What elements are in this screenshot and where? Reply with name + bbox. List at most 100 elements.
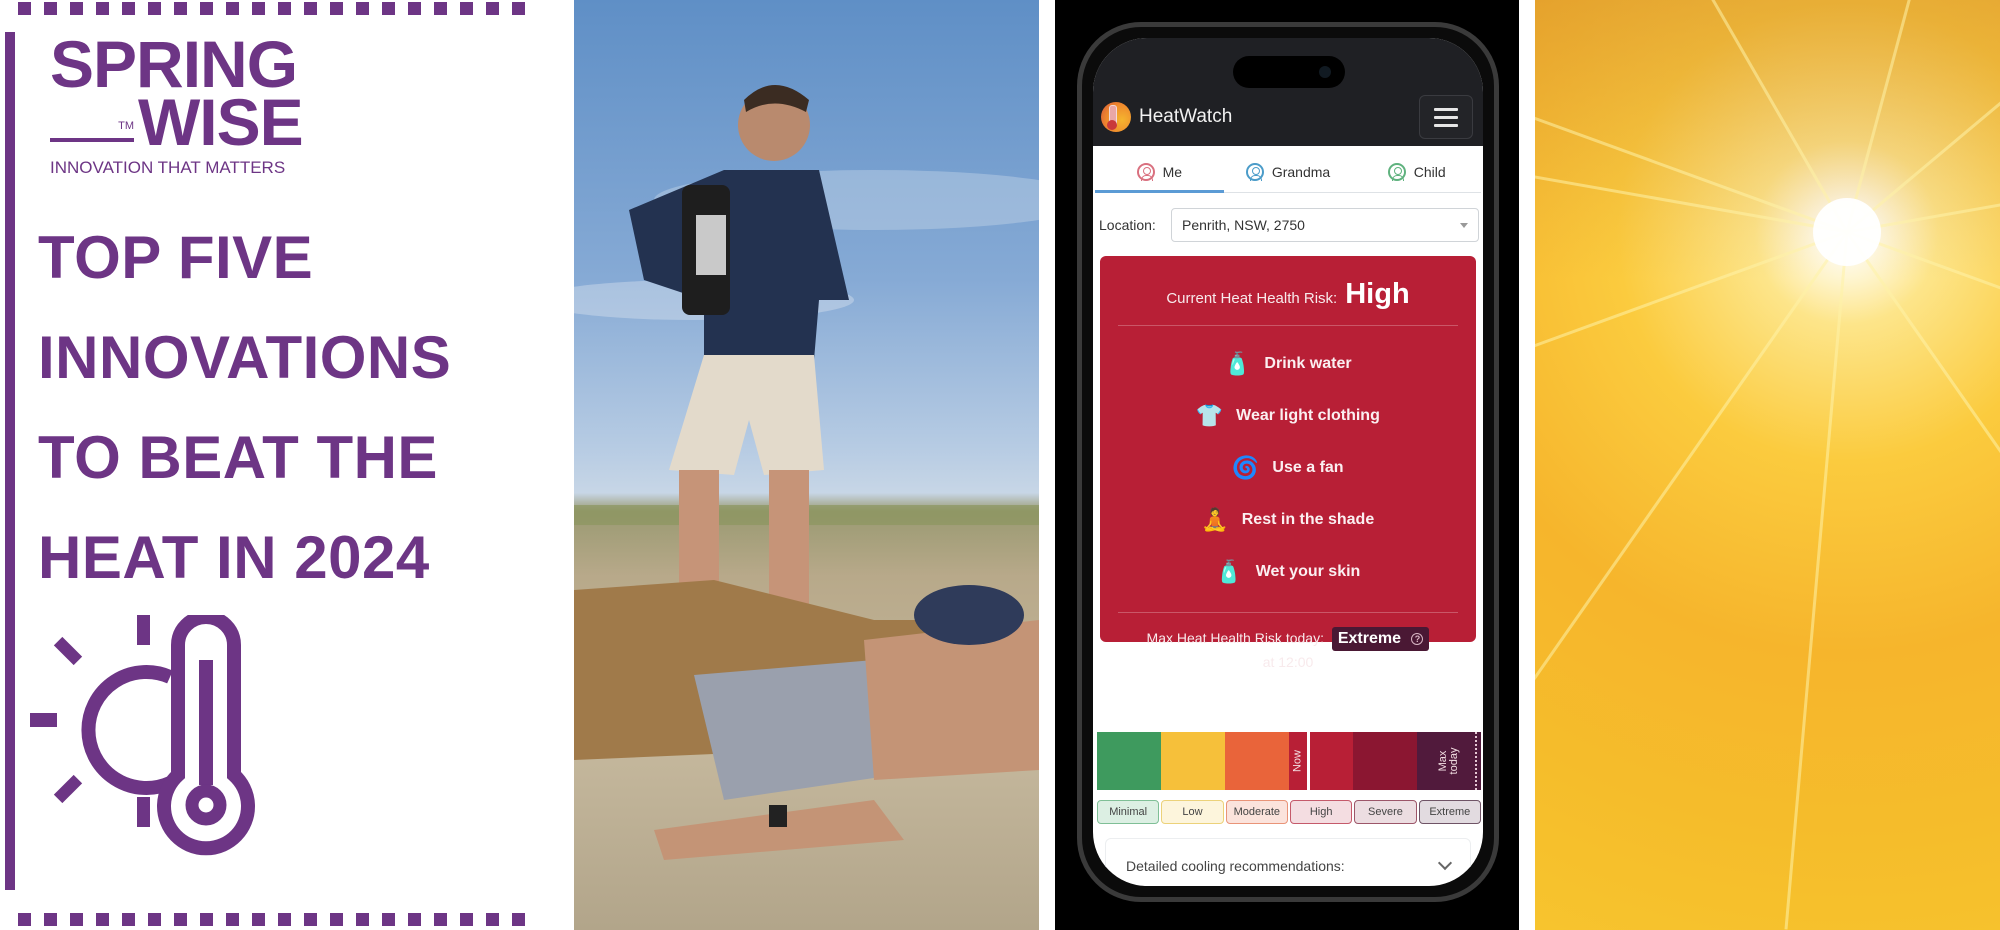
cooling-vest-photo (574, 0, 1039, 930)
legend-chip-high: High (1289, 800, 1353, 824)
spray-bottle-icon: 🧴 (1214, 559, 1243, 584)
border-dot (460, 2, 473, 15)
border-dot (96, 913, 109, 926)
location-label: Location: (1099, 217, 1156, 233)
border-dot (226, 913, 239, 926)
divider (1118, 325, 1458, 326)
menu-button[interactable] (1419, 95, 1473, 139)
user-icon (1136, 162, 1155, 181)
border-dot (252, 2, 265, 15)
springwise-logo: SPRING TM WISE INNOVATION THAT MATTERS (50, 27, 304, 178)
headline-line: TO BEAT THE (38, 424, 438, 491)
sun-thermometer-icon (30, 615, 255, 856)
legend-chip-minimal: Minimal (1097, 800, 1160, 824)
tab-me[interactable]: Me (1095, 151, 1224, 193)
max-risk-badge[interactable]: Extreme ? (1331, 627, 1430, 651)
border-dot (356, 2, 369, 15)
recommendation-label: Wear light clothing (1236, 407, 1380, 424)
risk-segment-extreme: Max today (1417, 732, 1481, 790)
logo-spring: SPRING (50, 27, 298, 101)
tab-child[interactable]: Child (1352, 151, 1481, 192)
help-icon[interactable]: ? (1411, 632, 1424, 645)
border-dot (148, 2, 161, 15)
border-dot (512, 2, 525, 15)
border-dot (330, 2, 343, 15)
divider (1118, 612, 1458, 613)
border-dot (44, 913, 57, 926)
border-dot (434, 913, 447, 926)
hamburger-line (1434, 115, 1458, 119)
headline-line: INNOVATIONS (38, 324, 452, 391)
tab-label: Grandma (1271, 163, 1331, 180)
sun-ray (1711, 0, 1849, 233)
hamburger-line (1434, 123, 1458, 127)
sun-ray (1846, 101, 2000, 234)
top-dotted-border (18, 2, 525, 15)
app-brand[interactable]: HeatWatch (1101, 102, 1232, 132)
tab-grandma[interactable]: Grandma (1224, 151, 1353, 192)
recommendation-item: 🌀 Use a fan (1100, 442, 1476, 494)
border-dot (408, 913, 421, 926)
legend-chip-moderate: Moderate (1225, 800, 1288, 824)
sun-ray (1846, 230, 2000, 290)
unit-label (696, 215, 726, 275)
photo-illustration (574, 85, 1039, 860)
trademark: TM (118, 120, 134, 132)
risk-card: Current Heat Health Risk: High 🧴 Drink wa… (1100, 256, 1476, 670)
fan-icon: 🌀 (1231, 455, 1260, 480)
recommendation-label: Drink water (1264, 355, 1352, 372)
logo-tagline: INNOVATION THAT MATTERS (50, 158, 286, 177)
location-select[interactable]: Penrith, NSW, 2750 (1171, 208, 1479, 242)
recommendation-item: 🧘 Rest in the shade (1100, 494, 1476, 546)
app-navbar: HeatWatch (1093, 38, 1483, 146)
water-bottle-icon: 🧴 (1223, 351, 1252, 376)
border-dot (174, 913, 187, 926)
border-dot (330, 913, 343, 926)
border-dot (122, 2, 135, 15)
recommendation-item: 👕 Wear light clothing (1100, 390, 1476, 442)
border-dot (486, 913, 499, 926)
sun-ray (1784, 231, 1849, 930)
logo-underline: TM (50, 120, 134, 142)
cooling-recommendations-accordion[interactable]: Detailed cooling recommendations: (1105, 838, 1471, 886)
current-risk-label: Current Heat Health Risk: (1166, 290, 1338, 307)
border-dot (304, 2, 317, 15)
border-dot (96, 2, 109, 15)
app-name: HeatWatch (1139, 106, 1233, 127)
phone-screen: HeatWatch Me Grandma Child Location: Penri… (1093, 38, 1483, 886)
max-marker (1475, 732, 1477, 790)
border-dot (252, 913, 265, 926)
current-risk-value: High (1345, 278, 1410, 310)
current-risk: Current Heat Health Risk: High (1100, 278, 1476, 311)
risk-segment-severe (1353, 732, 1417, 790)
tshirt-icon: 👕 (1195, 403, 1223, 428)
recommendation-item: 🧴 Drink water (1100, 338, 1476, 390)
cooling-vest (694, 660, 894, 800)
springwise-panel: SPRING TM WISE INNOVATION THAT MATTERS T… (0, 0, 574, 930)
now-line (1306, 732, 1310, 790)
border-dot (122, 913, 135, 926)
sun-flare-image (1535, 0, 2000, 930)
recommendation-label: Rest in the shade (1241, 511, 1375, 528)
border-dot (174, 2, 187, 15)
chevron-down-icon (1437, 855, 1453, 871)
headline-line: TOP FIVE (38, 224, 314, 291)
risk-segment-moderate (1225, 732, 1289, 790)
risk-segment-high: Now (1289, 732, 1353, 790)
border-dot (460, 913, 473, 926)
location-value: Penrith, NSW, 2750 (1182, 217, 1305, 233)
legend-chip-low: Low (1161, 800, 1224, 824)
border-dot (382, 2, 395, 15)
heatwatch-logo-icon (1101, 102, 1131, 132)
tab-label: Me (1162, 163, 1183, 180)
dynamic-island (1233, 56, 1345, 88)
recommendations-list: 🧴 Drink water 👕 Wear light clothing 🌀 Use a f… (1100, 338, 1476, 598)
border-dot (70, 2, 83, 15)
max-risk: Max Heat Health Risk today: Extreme ? at… (1100, 627, 1476, 673)
watch (769, 805, 787, 827)
left-accent-bar (5, 32, 15, 890)
border-dot (148, 913, 161, 926)
border-dot (382, 913, 395, 926)
border-dot (200, 2, 213, 15)
accordion-label: Detailed cooling recommendations: (1126, 858, 1345, 874)
